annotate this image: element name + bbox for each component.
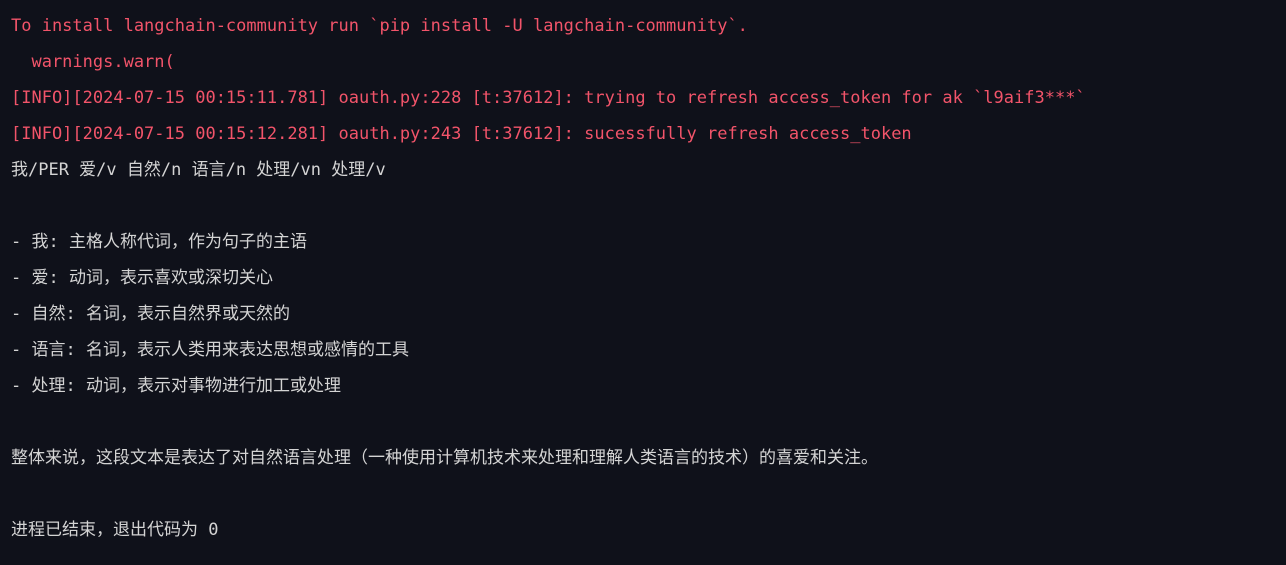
console-line-warnings-warn: warnings.warn( <box>11 52 175 72</box>
console-line-install-hint: To install langchain-community run `pip … <box>11 16 748 36</box>
console-line-list-item: - 处理: 动词，表示对事物进行加工或处理 <box>11 376 341 396</box>
run-console-output: To install langchain-community run `pip … <box>0 0 1286 565</box>
console-line-list-item: - 语言: 名词，表示人类用来表达思想或感情的工具 <box>11 340 409 360</box>
console-line-summary: 整体来说，这段文本是表达了对自然语言处理（一种使用计算机技术来处理和理解人类语言… <box>11 448 878 468</box>
console-line-exit-code: 进程已结束，退出代码为 0 <box>11 520 219 540</box>
console-line-list-item: - 自然: 名词，表示自然界或天然的 <box>11 304 290 324</box>
console-line-pos-tags: 我/PER 爱/v 自然/n 语言/n 处理/vn 处理/v <box>11 160 386 180</box>
console-line-info-success: [INFO][2024-07-15 00:15:12.281] oauth.py… <box>11 124 912 144</box>
console-line-list-item: - 爱: 动词，表示喜欢或深切关心 <box>11 268 273 288</box>
console-line-list-item: - 我: 主格人称代词，作为句子的主语 <box>11 232 307 252</box>
console-line-info-refresh: [INFO][2024-07-15 00:15:11.781] oauth.py… <box>11 88 1086 108</box>
